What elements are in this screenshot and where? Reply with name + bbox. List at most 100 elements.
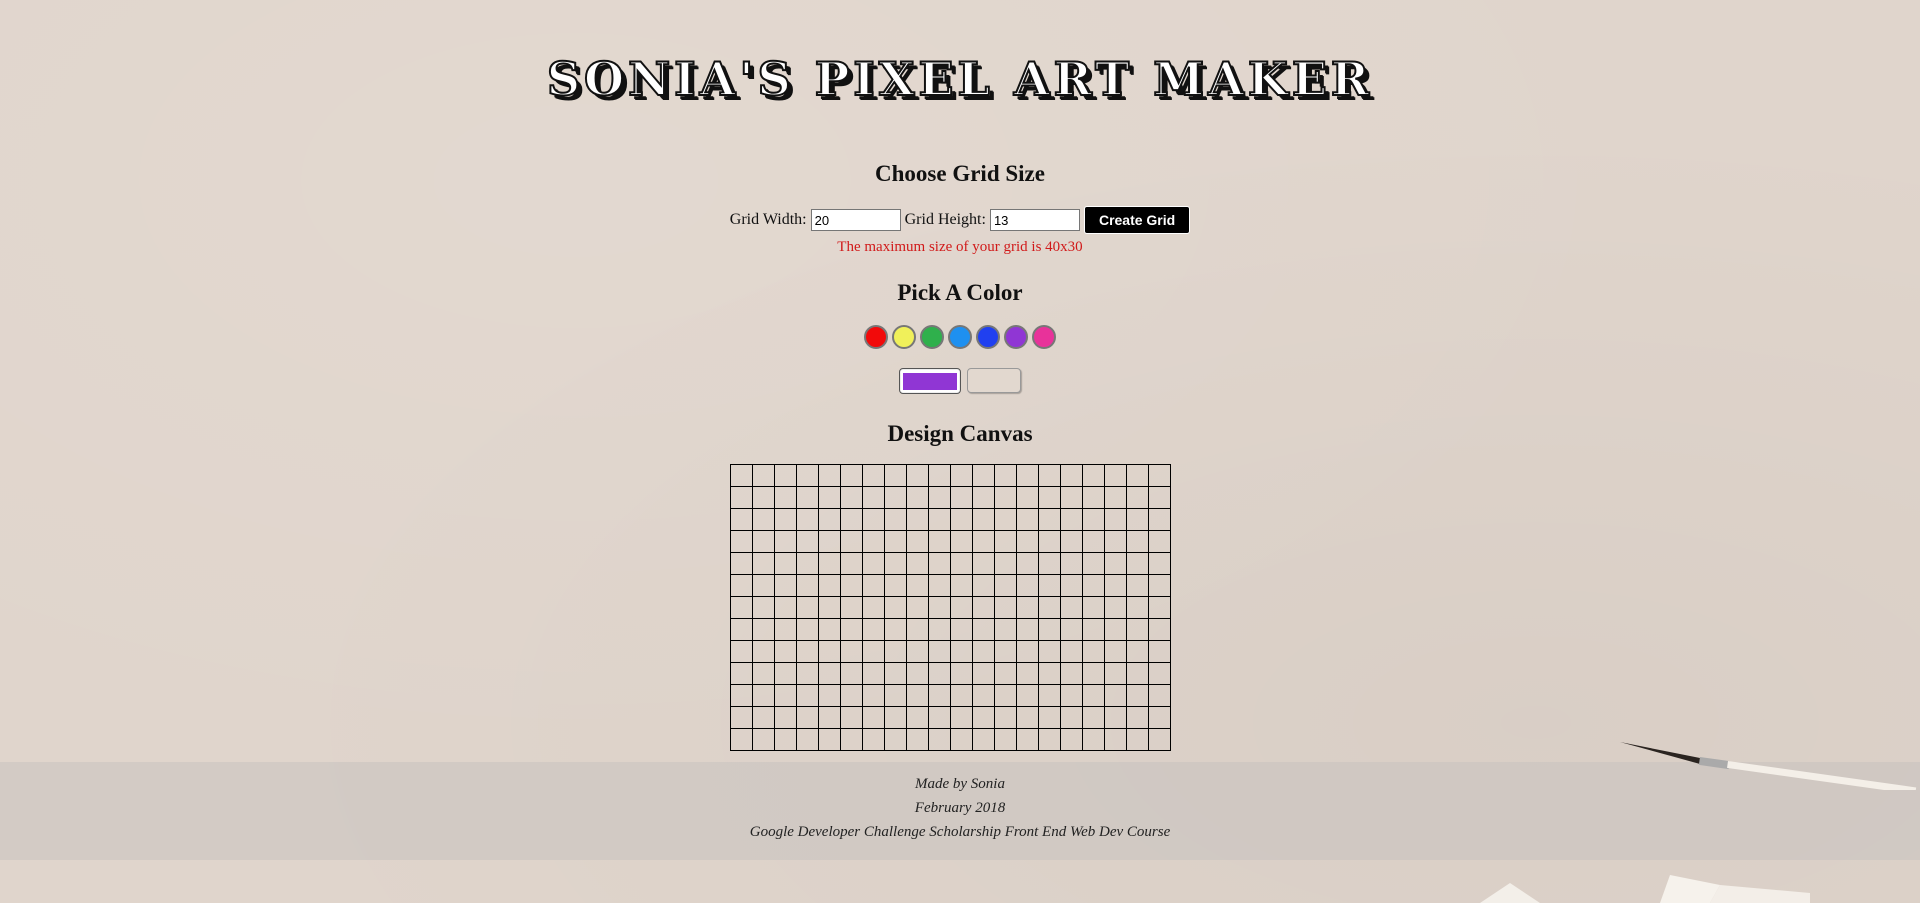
canvas-cell[interactable] (1016, 662, 1039, 685)
canvas-cell[interactable] (1126, 618, 1149, 641)
canvas-cell[interactable] (906, 640, 929, 663)
canvas-cell[interactable] (818, 552, 841, 575)
canvas-cell[interactable] (884, 508, 907, 531)
canvas-cell[interactable] (884, 684, 907, 707)
canvas-cell[interactable] (840, 574, 863, 597)
canvas-cell[interactable] (818, 662, 841, 685)
canvas-cell[interactable] (752, 574, 775, 597)
canvas-cell[interactable] (906, 508, 929, 531)
canvas-cell[interactable] (906, 552, 929, 575)
canvas-cell[interactable] (774, 464, 797, 487)
canvas-cell[interactable] (1126, 574, 1149, 597)
canvas-cell[interactable] (1060, 640, 1083, 663)
canvas-cell[interactable] (796, 486, 819, 509)
canvas-cell[interactable] (1082, 640, 1105, 663)
canvas-cell[interactable] (840, 552, 863, 575)
canvas-cell[interactable] (1060, 684, 1083, 707)
canvas-cell[interactable] (796, 728, 819, 751)
canvas-cell[interactable] (752, 706, 775, 729)
canvas-cell[interactable] (950, 486, 973, 509)
canvas-cell[interactable] (1104, 640, 1127, 663)
canvas-cell[interactable] (1126, 684, 1149, 707)
canvas-cell[interactable] (928, 574, 951, 597)
canvas-cell[interactable] (950, 464, 973, 487)
canvas-cell[interactable] (1060, 596, 1083, 619)
canvas-cell[interactable] (730, 552, 753, 575)
canvas-cell[interactable] (928, 640, 951, 663)
canvas-cell[interactable] (950, 684, 973, 707)
canvas-cell[interactable] (1038, 574, 1061, 597)
canvas-cell[interactable] (730, 464, 753, 487)
canvas-cell[interactable] (1038, 662, 1061, 685)
eraser-button[interactable] (967, 368, 1021, 393)
canvas-cell[interactable] (796, 706, 819, 729)
create-grid-button[interactable]: Create Grid (1083, 206, 1191, 234)
canvas-cell[interactable] (1148, 706, 1171, 729)
canvas-cell[interactable] (1038, 684, 1061, 707)
canvas-cell[interactable] (1148, 662, 1171, 685)
canvas-cell[interactable] (1016, 552, 1039, 575)
canvas-cell[interactable] (1104, 552, 1127, 575)
canvas-cell[interactable] (818, 728, 841, 751)
canvas-cell[interactable] (774, 486, 797, 509)
color-picker-input[interactable] (899, 368, 961, 394)
canvas-cell[interactable] (796, 530, 819, 553)
canvas-cell[interactable] (972, 530, 995, 553)
canvas-cell[interactable] (1126, 596, 1149, 619)
canvas-cell[interactable] (972, 662, 995, 685)
canvas-cell[interactable] (1148, 486, 1171, 509)
canvas-cell[interactable] (1082, 486, 1105, 509)
canvas-cell[interactable] (774, 728, 797, 751)
grid-height-input[interactable] (989, 209, 1080, 231)
canvas-cell[interactable] (1148, 596, 1171, 619)
canvas-cell[interactable] (928, 618, 951, 641)
canvas-cell[interactable] (774, 596, 797, 619)
canvas-cell[interactable] (884, 530, 907, 553)
canvas-cell[interactable] (928, 552, 951, 575)
canvas-cell[interactable] (1104, 464, 1127, 487)
canvas-cell[interactable] (906, 684, 929, 707)
canvas-cell[interactable] (796, 596, 819, 619)
swatch-yellow[interactable] (892, 325, 916, 349)
canvas-cell[interactable] (774, 684, 797, 707)
canvas-cell[interactable] (1082, 530, 1105, 553)
canvas-cell[interactable] (818, 640, 841, 663)
canvas-cell[interactable] (1082, 552, 1105, 575)
canvas-cell[interactable] (752, 728, 775, 751)
canvas-cell[interactable] (1016, 596, 1039, 619)
canvas-cell[interactable] (884, 552, 907, 575)
canvas-cell[interactable] (1126, 552, 1149, 575)
canvas-cell[interactable] (840, 530, 863, 553)
canvas-cell[interactable] (1038, 552, 1061, 575)
canvas-cell[interactable] (1104, 706, 1127, 729)
canvas-cell[interactable] (730, 618, 753, 641)
canvas-cell[interactable] (1148, 464, 1171, 487)
canvas-cell[interactable] (1148, 530, 1171, 553)
canvas-cell[interactable] (1148, 508, 1171, 531)
canvas-cell[interactable] (1060, 552, 1083, 575)
canvas-cell[interactable] (950, 662, 973, 685)
canvas-cell[interactable] (796, 618, 819, 641)
canvas-cell[interactable] (994, 530, 1017, 553)
swatch-green[interactable] (920, 325, 944, 349)
canvas-cell[interactable] (730, 706, 753, 729)
canvas-cell[interactable] (862, 684, 885, 707)
canvas-cell[interactable] (994, 640, 1017, 663)
canvas-cell[interactable] (818, 530, 841, 553)
canvas-cell[interactable] (928, 508, 951, 531)
canvas-cell[interactable] (774, 552, 797, 575)
canvas-cell[interactable] (730, 486, 753, 509)
canvas-cell[interactable] (862, 508, 885, 531)
canvas-cell[interactable] (774, 706, 797, 729)
canvas-cell[interactable] (818, 618, 841, 641)
canvas-cell[interactable] (1082, 596, 1105, 619)
canvas-cell[interactable] (1126, 530, 1149, 553)
canvas-cell[interactable] (1060, 486, 1083, 509)
canvas-cell[interactable] (928, 662, 951, 685)
canvas-cell[interactable] (796, 552, 819, 575)
canvas-cell[interactable] (1038, 728, 1061, 751)
canvas-cell[interactable] (972, 486, 995, 509)
canvas-cell[interactable] (1126, 508, 1149, 531)
canvas-cell[interactable] (862, 706, 885, 729)
canvas-cell[interactable] (928, 684, 951, 707)
